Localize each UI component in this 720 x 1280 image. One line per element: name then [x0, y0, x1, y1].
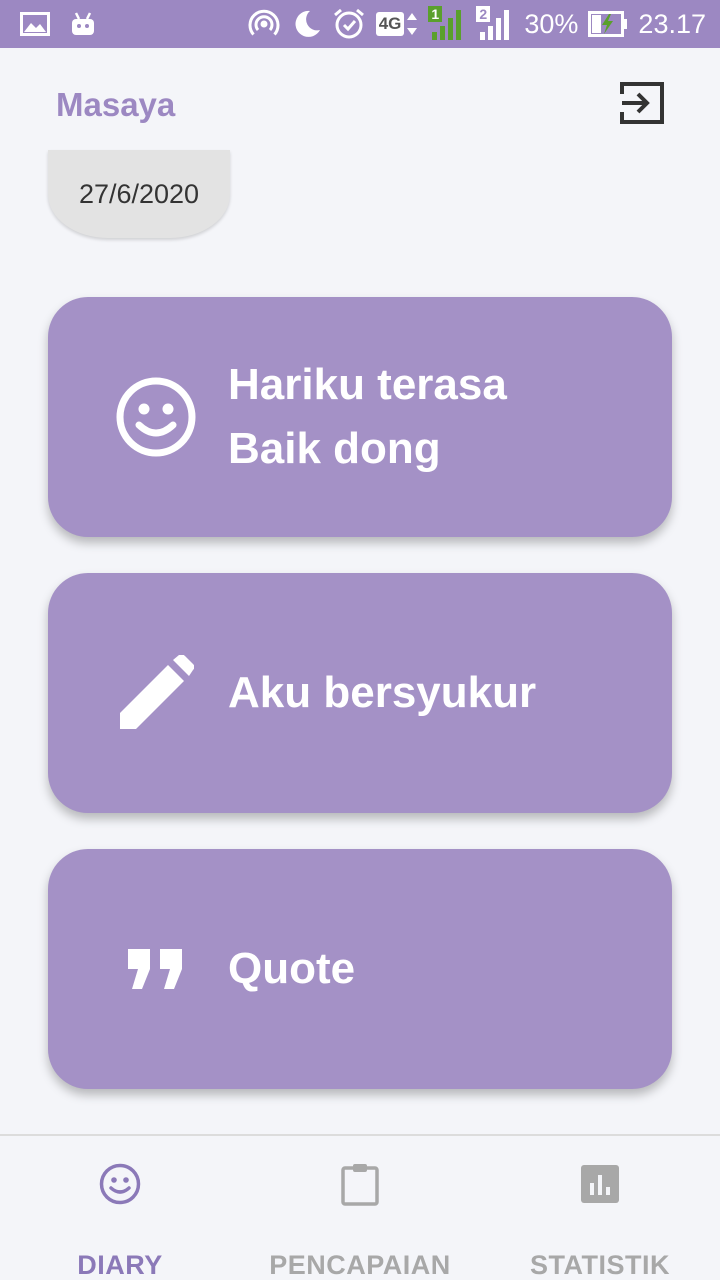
date-chip[interactable]: 27/6/2020	[48, 150, 230, 238]
hotspot-icon	[248, 8, 280, 40]
pencil-icon	[114, 651, 198, 735]
mood-card-line2: Baik dong	[228, 424, 441, 473]
nav-label-pencapaian: PENCAPAIAN	[269, 1250, 451, 1280]
quote-card[interactable]: Quote	[48, 849, 672, 1089]
quote-card-label: Quote	[228, 944, 356, 993]
signal-sim2-icon: 2	[476, 6, 514, 42]
logout-button[interactable]	[612, 76, 672, 134]
bar-chart-icon	[576, 1160, 624, 1208]
mood-card-text: Hariku terasa Baik dong	[228, 353, 507, 481]
smile-icon	[114, 375, 198, 459]
nav-item-pencapaian[interactable]: PENCAPAIAN	[260, 1136, 460, 1280]
mood-card[interactable]: Hariku terasa Baik dong	[48, 297, 672, 537]
nav-label-diary: DIARY	[77, 1250, 163, 1280]
signal-sim1-icon: 1	[428, 6, 466, 42]
clock: 23.17	[638, 8, 706, 39]
grateful-card-label: Aku bersyukur	[228, 668, 537, 717]
smile-outline-icon	[96, 1160, 144, 1208]
network-4g-icon: 4G	[375, 11, 419, 37]
user-name: Masaya	[56, 86, 176, 123]
quote-icon	[114, 927, 198, 1011]
nav-item-statistik[interactable]: STATISTIK	[520, 1136, 680, 1280]
logout-icon	[618, 80, 666, 131]
clipboard-icon	[336, 1160, 384, 1208]
status-bar: 4G 1 2 30% 23.17	[0, 0, 720, 48]
battery-charging-icon	[588, 11, 628, 37]
battery-percent: 30%	[524, 8, 579, 39]
do-not-disturb-icon	[290, 8, 322, 40]
nav-item-diary[interactable]: DIARY	[60, 1136, 180, 1280]
android-icon	[70, 11, 96, 37]
nav-label-statistik: STATISTIK	[530, 1250, 670, 1280]
bottom-navigation: DIARY PENCAPAIAN STATISTIK	[0, 1134, 720, 1280]
mood-card-line1: Hariku terasa	[228, 360, 507, 409]
alarm-icon	[332, 7, 366, 41]
date-label: 27/6/2020	[78, 178, 200, 209]
grateful-card[interactable]: Aku bersyukur	[48, 573, 672, 813]
gallery-icon	[20, 12, 50, 36]
